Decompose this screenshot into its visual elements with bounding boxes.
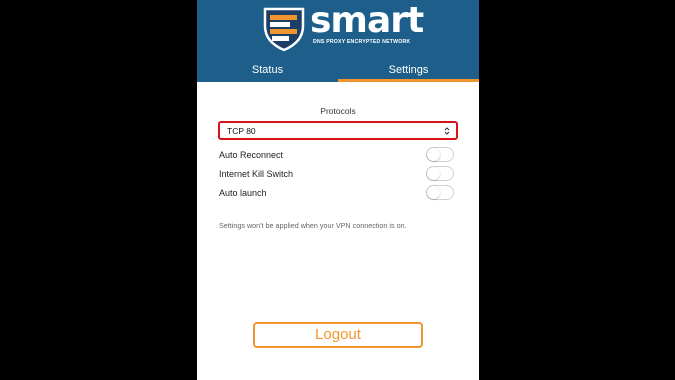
internet-kill-switch-toggle[interactable] [426, 166, 454, 181]
toggle-knob [427, 186, 440, 199]
internet-kill-switch-label: Internet Kill Switch [219, 169, 294, 179]
logo-tagline: DNS PROXY ENCRYPTED NETWORK [313, 39, 411, 45]
shield-logo-icon [263, 7, 305, 52]
logout-button[interactable]: Logout [253, 322, 423, 348]
auto-launch-label: Auto launch [219, 188, 267, 198]
auto-launch-toggle[interactable] [426, 185, 454, 200]
settings-note: Settings won't be applied when your VPN … [219, 221, 407, 230]
auto-reconnect-toggle[interactable] [426, 147, 454, 162]
chevron-up-down-icon [444, 127, 450, 135]
toggle-knob [427, 167, 440, 180]
protocol-select-value: TCP 80 [227, 126, 256, 136]
auto-reconnect-label: Auto Reconnect [219, 150, 284, 160]
protocol-select[interactable]: TCP 80 [218, 121, 458, 140]
tab-status[interactable]: Status [197, 58, 338, 82]
toggle-knob [427, 148, 440, 161]
app-window: smart DNS PROXY ENCRYPTED NETWORK Status… [197, 0, 479, 380]
active-tab-indicator [338, 79, 479, 82]
logo-wordmark: smart [310, 0, 424, 41]
protocols-label: Protocols [320, 106, 356, 116]
header: smart DNS PROXY ENCRYPTED NETWORK Status… [197, 0, 479, 82]
